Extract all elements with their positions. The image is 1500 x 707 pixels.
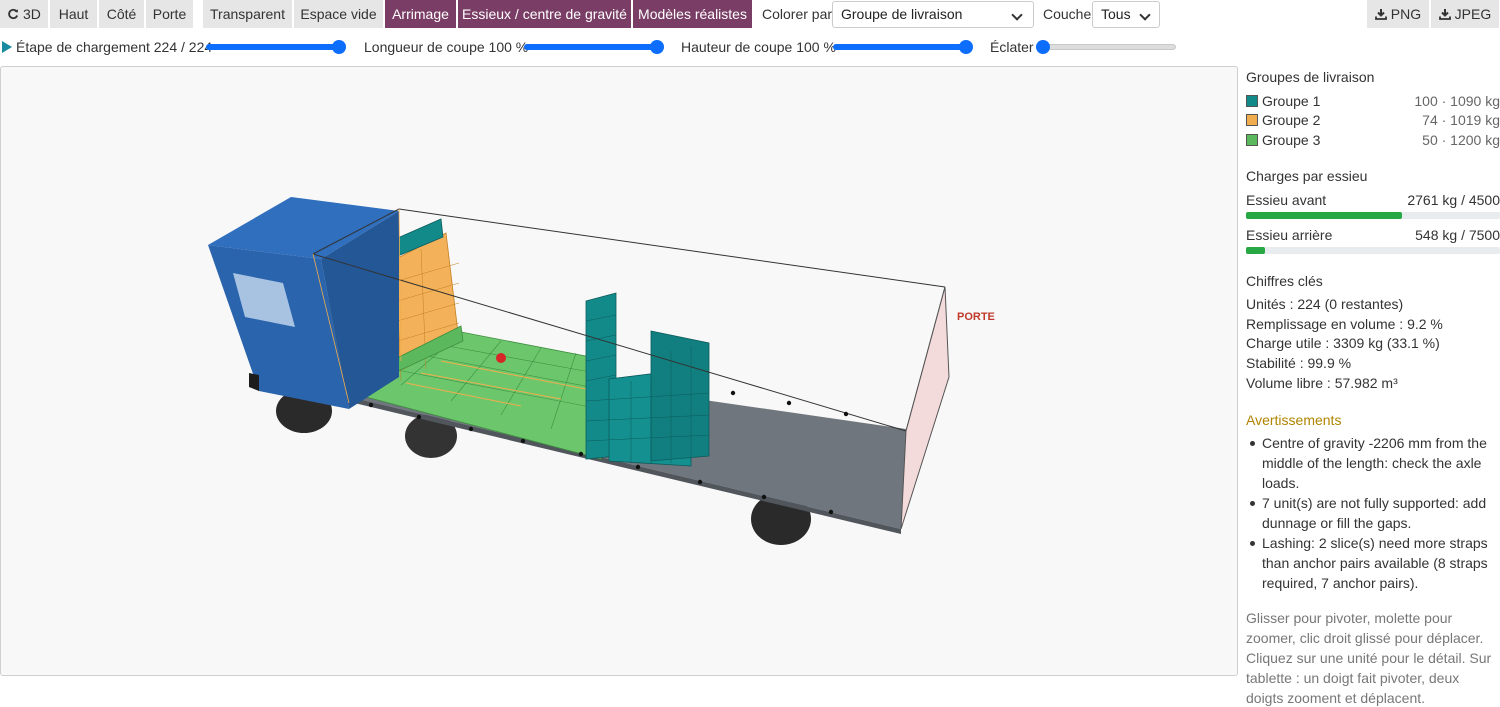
slider-row: Étape de chargement 224 / 224 Longueur d… <box>0 36 1240 58</box>
group-row[interactable]: Groupe 3 50 · 1200 kg <box>1246 132 1500 150</box>
color-by-label: Colorer par <box>762 6 833 22</box>
warning-item: Lashing: 2 slice(s) need more straps tha… <box>1250 533 1500 593</box>
color-by-select[interactable]: Groupe de livraison <box>832 1 1034 28</box>
export-jpeg-button[interactable]: JPEG <box>1431 0 1500 28</box>
layer-label: Couche <box>1043 6 1092 22</box>
axle-load-bar <box>1246 212 1500 219</box>
chevron-down-icon <box>1139 9 1151 21</box>
axle-name: Essieu avant <box>1246 192 1327 208</box>
axle-value: 2761 kg / 4500 <box>1407 192 1500 208</box>
view-3d-label: 3D <box>22 6 41 22</box>
warning-item: 7 unit(s) are not fully supported: add d… <box>1250 493 1500 533</box>
view-3d-button[interactable]: 3D <box>0 0 49 28</box>
explode-label: Éclater <box>990 39 1034 55</box>
realistic-models-toggle[interactable]: Modèles réalistes <box>633 0 753 28</box>
help-text: Glisser pour pivoter, molette pour zoome… <box>1246 610 1492 706</box>
cab-bumper <box>249 373 259 391</box>
truck-scene[interactable]: PORTE <box>1 67 1238 676</box>
lashing-toggle[interactable]: Arrimage <box>385 0 457 28</box>
slider-thumb[interactable] <box>332 40 346 54</box>
group-name: Groupe 2 <box>1262 112 1321 128</box>
empty-space-toggle[interactable]: Espace vide <box>294 0 384 28</box>
warning-item: Centre of gravity -2206 mm from the midd… <box>1250 433 1500 493</box>
key-figure-free-volume: Volume libre : 57.982 m³ <box>1246 375 1398 391</box>
export-jpeg-label: JPEG <box>1454 6 1492 22</box>
3d-viewport[interactable]: PORTE <box>0 66 1238 676</box>
door-label: PORTE <box>957 311 995 323</box>
axle-row-rear: Essieu arrière 548 kg / 7500 <box>1246 227 1500 267</box>
chevron-down-icon <box>1011 9 1023 21</box>
group-value: 74 · 1019 kg <box>1422 112 1500 128</box>
rotate-icon <box>8 8 19 20</box>
axle-value: 548 kg / 7500 <box>1415 227 1500 243</box>
key-figure-fill: Remplissage en volume : 9.2 % <box>1246 316 1443 332</box>
group-swatch <box>1246 134 1258 146</box>
play-icon[interactable] <box>2 41 12 53</box>
view-door-button[interactable]: Porte <box>146 0 194 28</box>
groups-title: Groupes de livraison <box>1246 69 1375 85</box>
export-png-button[interactable]: PNG <box>1367 0 1430 28</box>
slider-thumb[interactable] <box>650 40 664 54</box>
center-of-gravity-marker[interactable] <box>496 353 506 363</box>
axle-row-front: Essieu avant 2761 kg / 4500 <box>1246 192 1500 232</box>
key-figure-stability: Stabilité : 99.9 % <box>1246 355 1352 371</box>
loading-step-slider[interactable] <box>206 40 346 54</box>
view-side-button[interactable]: Côté <box>99 0 145 28</box>
key-figure-units: Unités : 224 (0 restantes) <box>1246 296 1404 312</box>
key-figures-title: Chiffres clés <box>1246 273 1323 289</box>
group-name: Groupe 1 <box>1262 93 1321 109</box>
slider-thumb[interactable] <box>959 40 973 54</box>
rear-door <box>900 286 950 530</box>
warnings-list: Centre of gravity -2206 mm from the midd… <box>1250 433 1500 593</box>
group-value: 50 · 1200 kg <box>1422 132 1500 148</box>
cut-height-slider[interactable] <box>833 40 973 54</box>
key-figure-payload: Charge utile : 3309 kg (33.1 %) <box>1246 335 1440 351</box>
group-row[interactable]: Groupe 2 74 · 1019 kg <box>1246 112 1500 130</box>
loading-step-label: Étape de chargement 224 / 224 <box>16 39 213 55</box>
group-value: 100 · 1090 kg <box>1414 93 1500 109</box>
group-swatch <box>1246 95 1258 107</box>
explode-slider[interactable] <box>1036 40 1176 54</box>
axles-title: Charges par essieu <box>1246 168 1368 184</box>
slider-thumb[interactable] <box>1036 40 1050 54</box>
color-by-value: Groupe de livraison <box>841 6 963 22</box>
download-icon <box>1438 9 1451 20</box>
view-top-button[interactable]: Haut <box>50 0 98 28</box>
group-name: Groupe 3 <box>1262 132 1321 148</box>
layer-value: Tous <box>1101 6 1131 22</box>
cut-length-label: Longueur de coupe 100 % <box>364 39 529 55</box>
warnings-title: Avertissements <box>1246 412 1342 428</box>
toolbar: 3D Haut Côté Porte Transparent Espace vi… <box>0 0 1500 28</box>
axle-load-bar <box>1246 247 1500 254</box>
cut-height-label: Hauteur de coupe 100 % <box>681 39 836 55</box>
group-row[interactable]: Groupe 1 100 · 1090 kg <box>1246 93 1500 111</box>
cut-length-slider[interactable] <box>524 40 664 54</box>
layer-select[interactable]: Tous <box>1092 1 1160 28</box>
group-swatch <box>1246 114 1258 126</box>
transparent-toggle[interactable]: Transparent <box>203 0 293 28</box>
axles-cog-toggle[interactable]: Essieux / centre de gravité <box>458 0 632 28</box>
axle-name: Essieu arrière <box>1246 227 1333 243</box>
export-png-label: PNG <box>1390 6 1422 22</box>
download-icon <box>1374 9 1387 20</box>
